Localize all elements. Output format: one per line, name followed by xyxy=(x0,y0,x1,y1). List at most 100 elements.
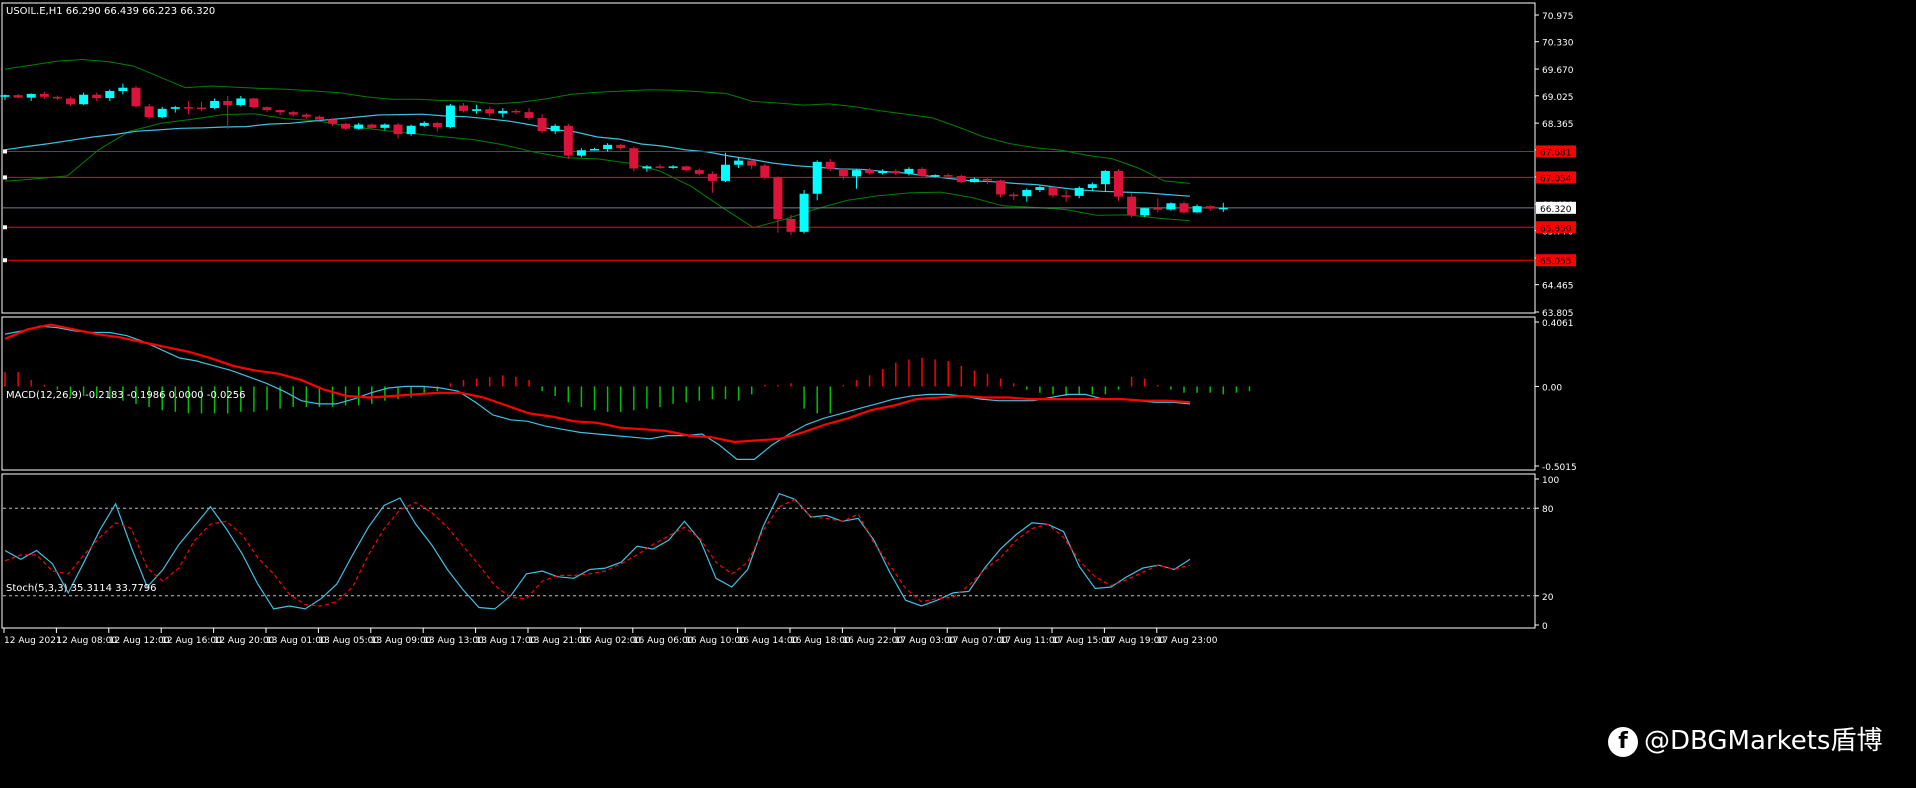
candle[interactable] xyxy=(1127,193,1137,218)
candle[interactable] xyxy=(852,169,861,189)
candle[interactable] xyxy=(459,103,468,113)
candle[interactable] xyxy=(262,106,272,112)
candle[interactable] xyxy=(92,92,102,101)
candle[interactable] xyxy=(118,83,128,95)
candle[interactable] xyxy=(301,113,311,119)
candle[interactable] xyxy=(79,92,89,106)
candle[interactable] xyxy=(249,97,259,109)
candle[interactable] xyxy=(236,95,246,107)
macd-panel-header: MACD(12,26,9) -0.2183 -0.1986 0.0000 -0.… xyxy=(6,390,245,401)
candle-body xyxy=(498,110,508,114)
candle[interactable] xyxy=(26,93,36,101)
candle[interactable] xyxy=(1179,201,1189,214)
candle-body xyxy=(354,124,364,129)
price-panel[interactable] xyxy=(0,58,1535,263)
candle-body xyxy=(197,107,206,110)
candle[interactable] xyxy=(943,173,953,177)
candle[interactable] xyxy=(341,122,351,130)
candle[interactable] xyxy=(616,143,626,150)
candle[interactable] xyxy=(511,109,521,115)
candle[interactable] xyxy=(878,169,888,175)
candle[interactable] xyxy=(288,110,298,117)
candle[interactable] xyxy=(144,103,154,120)
trading-chart[interactable]: 70.97570.33069.67069.02568.36567.72067.0… xyxy=(0,0,1916,788)
candle[interactable] xyxy=(1022,188,1032,202)
candle[interactable] xyxy=(367,123,377,129)
candle[interactable] xyxy=(13,93,23,99)
candle-body xyxy=(157,108,167,118)
candle[interactable] xyxy=(891,168,901,176)
candle[interactable] xyxy=(393,122,403,139)
candle[interactable] xyxy=(1153,198,1163,213)
candle-body xyxy=(52,96,62,99)
candle[interactable] xyxy=(603,143,613,152)
candle[interactable] xyxy=(157,106,167,119)
candle[interactable] xyxy=(969,177,979,183)
candle[interactable] xyxy=(799,190,809,234)
candle[interactable] xyxy=(197,101,206,111)
candle[interactable] xyxy=(996,179,1006,198)
candle[interactable] xyxy=(498,107,508,118)
candle[interactable] xyxy=(668,165,678,169)
candle-body xyxy=(288,112,298,115)
candle[interactable] xyxy=(472,104,482,114)
candle[interactable] xyxy=(1166,202,1176,211)
candle[interactable] xyxy=(773,176,783,233)
candle[interactable] xyxy=(445,103,455,129)
candle[interactable] xyxy=(681,165,691,172)
candle[interactable] xyxy=(629,146,639,172)
candle[interactable] xyxy=(563,123,573,159)
candle[interactable] xyxy=(590,147,599,151)
candle[interactable] xyxy=(747,159,757,170)
candle[interactable] xyxy=(655,164,665,169)
candle[interactable] xyxy=(1048,185,1058,198)
candle-body xyxy=(380,124,390,128)
candle[interactable] xyxy=(825,158,835,172)
candle[interactable] xyxy=(524,107,534,121)
candle[interactable] xyxy=(1100,170,1110,193)
candle[interactable] xyxy=(39,91,49,99)
candle[interactable] xyxy=(419,121,429,128)
candle[interactable] xyxy=(183,100,193,115)
candle[interactable] xyxy=(734,157,744,169)
candle[interactable] xyxy=(170,105,180,113)
candle[interactable] xyxy=(694,168,704,176)
candle[interactable] xyxy=(1074,186,1084,199)
candle[interactable] xyxy=(1009,192,1019,201)
candle[interactable] xyxy=(1205,205,1215,211)
candle[interactable] xyxy=(1140,207,1150,217)
level-marker xyxy=(3,149,7,154)
panel-frames xyxy=(1,2,1536,629)
candle[interactable] xyxy=(865,168,875,175)
candle[interactable] xyxy=(1087,182,1097,191)
candle[interactable] xyxy=(721,152,730,183)
candle[interactable] xyxy=(406,124,416,136)
candle[interactable] xyxy=(52,95,62,101)
candle[interactable] xyxy=(812,160,822,201)
candle[interactable] xyxy=(956,174,966,183)
candle[interactable] xyxy=(1192,204,1202,213)
candle[interactable] xyxy=(707,171,717,193)
candle[interactable] xyxy=(66,96,75,106)
candle[interactable] xyxy=(210,98,220,110)
candle[interactable] xyxy=(105,89,115,101)
candle[interactable] xyxy=(223,95,233,129)
candle[interactable] xyxy=(131,85,141,108)
candle[interactable] xyxy=(432,122,442,132)
stochastic-panel[interactable] xyxy=(3,492,1534,610)
candle-body xyxy=(825,161,835,169)
candle[interactable] xyxy=(576,148,586,158)
candle[interactable] xyxy=(354,122,364,130)
candle[interactable] xyxy=(380,123,390,130)
candle[interactable] xyxy=(550,124,560,135)
candle[interactable] xyxy=(1061,190,1071,203)
candle[interactable] xyxy=(760,163,770,180)
candle[interactable] xyxy=(275,109,285,116)
level-price-label: 65.055 xyxy=(1540,257,1572,267)
candle[interactable] xyxy=(1114,169,1123,201)
candle[interactable] xyxy=(537,114,547,134)
candle[interactable] xyxy=(485,106,495,117)
candle[interactable] xyxy=(1035,185,1045,193)
candle[interactable] xyxy=(642,165,652,172)
candle-body xyxy=(262,107,272,111)
